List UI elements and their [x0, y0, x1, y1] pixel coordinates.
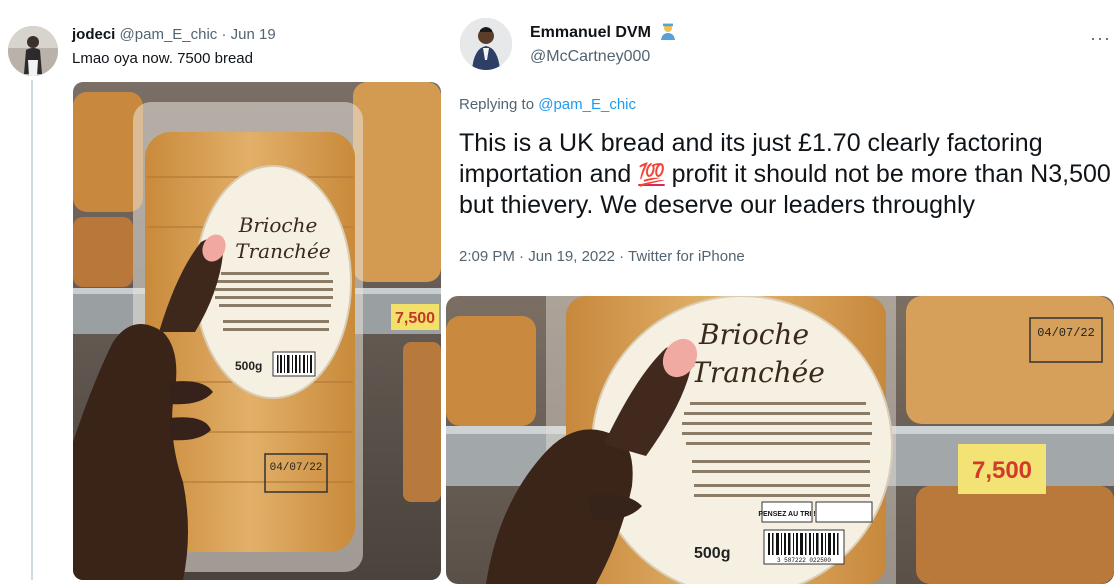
tweet-time[interactable]: 2:09 PM	[459, 248, 515, 265]
separator-dot: ·	[221, 26, 227, 43]
handle[interactable]: @pam_E_chic	[120, 26, 218, 43]
weight-label: 500g	[694, 545, 730, 562]
price-tag: 7,500	[972, 457, 1032, 484]
tweet-date[interactable]: Jun 19, 2022	[528, 248, 615, 265]
thread-line	[31, 80, 33, 580]
handle[interactable]: @McCartney000	[530, 48, 650, 66]
display-name[interactable]: Emmanuel DVM	[530, 22, 677, 42]
display-name[interactable]: jodeci	[72, 26, 115, 43]
barcode-number: 3 587222 022500	[777, 557, 831, 564]
replying-handle-link[interactable]: @pam_E_chic	[538, 96, 636, 113]
price-tag: 7,500	[395, 310, 435, 327]
tweet-source[interactable]: Twitter for iPhone	[628, 248, 745, 265]
date-code: 04/07/22	[1037, 326, 1095, 340]
health-worker-icon	[661, 23, 676, 40]
avatar[interactable]	[460, 18, 512, 70]
date-code: 04/07/22	[270, 462, 323, 474]
more-options-icon[interactable]: ···	[1090, 28, 1111, 49]
replying-prefix: Replying to	[459, 96, 535, 113]
tweet-text: Lmao oya now. 7500 bread	[72, 50, 253, 67]
brand-line2: Tranchée	[691, 356, 825, 389]
tweet-date[interactable]: Jun 19	[231, 26, 276, 43]
tweet-metadata: 2:09 PM · Jun 19, 2022 · Twitter for iPh…	[459, 248, 745, 265]
left-tweet: jodeci @pam_E_chic · Jun 19 Lmao oya now…	[0, 0, 446, 588]
tweet-text: This is a UK bread and its just £1.70 cl…	[459, 129, 1111, 219]
tweet-header: jodeci @pam_E_chic · Jun 19	[72, 26, 276, 43]
brand-line2: Tranchée	[235, 239, 330, 263]
weight-label: 500g	[235, 359, 262, 373]
brand-line1: Brioche	[698, 318, 809, 351]
hundred-points-emoji: 💯	[638, 162, 665, 187]
recycle-label: PENSEZ AU TRI !	[758, 511, 815, 518]
avatar[interactable]	[8, 26, 58, 76]
tweet-photo[interactable]: 7,500 Brioche Tranchée 500g 04/07/22	[73, 82, 441, 580]
replying-to: Replying to @pam_E_chic	[459, 96, 636, 113]
brand-line1: Brioche	[238, 213, 318, 237]
tweet-photo[interactable]: 04/07/22 7,500 Brioche Tranchée PENSEZ A…	[446, 296, 1114, 584]
